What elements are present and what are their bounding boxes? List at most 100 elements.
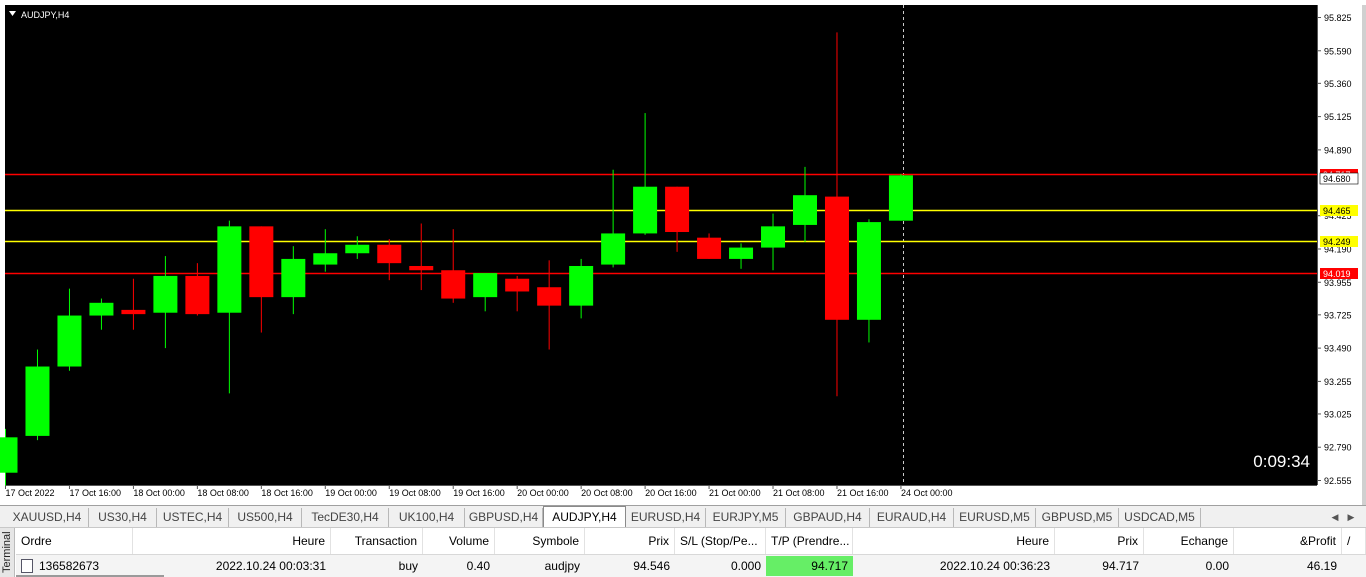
column-header[interactable]: Symbole xyxy=(495,528,585,554)
chart-scrollbar[interactable] xyxy=(1362,5,1366,505)
table-cell: 0.00 xyxy=(1205,559,1229,573)
candle-body xyxy=(473,273,498,298)
time-tick-label: 19 Oct 16:00 xyxy=(453,488,505,498)
table-cell: 46.19 xyxy=(1306,559,1337,573)
tab-usdcad-m5[interactable]: USDCAD,M5 xyxy=(1119,508,1201,527)
time-tick-label: 19 Oct 08:00 xyxy=(389,488,441,498)
tab-gbpusd-h4[interactable]: GBPUSD,H4 xyxy=(465,508,543,527)
tab-scroll-left-icon[interactable]: ◀ xyxy=(1328,508,1342,526)
column-header[interactable]: Prix xyxy=(585,528,675,554)
table-cell: 2022.10.24 00:36:23 xyxy=(939,559,1050,573)
table-cell: 0.40 xyxy=(466,559,490,573)
price-tick-label: 94.890 xyxy=(1324,145,1352,155)
candle-body xyxy=(633,186,658,234)
candle-body xyxy=(665,186,690,233)
column-header[interactable]: T/P (Prendre... xyxy=(766,528,853,554)
column-header[interactable]: Heure xyxy=(133,528,331,554)
price-tick-label: 92.555 xyxy=(1324,476,1352,486)
plot-area xyxy=(5,5,1317,485)
candle-body xyxy=(793,195,817,225)
time-tick-label: 21 Oct 08:00 xyxy=(773,488,825,498)
candle-body xyxy=(57,315,82,367)
candle-body xyxy=(345,244,370,254)
candle-body xyxy=(569,265,594,306)
time-tick-label: 21 Oct 00:00 xyxy=(709,488,761,498)
time-tick-label: 17 Oct 2022 xyxy=(6,488,55,498)
column-header[interactable]: Transaction xyxy=(331,528,423,554)
candle-body xyxy=(217,226,242,313)
price-tick-label: 92.790 xyxy=(1324,443,1352,453)
price-tick-label: 95.825 xyxy=(1324,13,1352,23)
terminal-side-strip[interactable]: Terminal xyxy=(0,528,15,577)
candle-body xyxy=(281,258,306,298)
tab-us30-h4[interactable]: US30,H4 xyxy=(89,508,157,527)
tab-eurusd-h4[interactable]: EURUSD,H4 xyxy=(626,508,706,527)
candle-body xyxy=(121,309,146,315)
tab-uk100-h4[interactable]: UK100,H4 xyxy=(389,508,465,527)
price-tick-label: 93.955 xyxy=(1324,278,1352,288)
column-header[interactable]: Echange xyxy=(1144,528,1234,554)
candle-body xyxy=(409,265,434,271)
candle[interactable] xyxy=(888,173,913,221)
price-tick-label: 95.590 xyxy=(1324,46,1352,56)
table-cell: 136582673 xyxy=(39,559,100,573)
price-tick-label: 93.255 xyxy=(1324,377,1352,387)
current-price-label: 94.680 xyxy=(1323,174,1351,184)
sort-indicator-icon[interactable]: / xyxy=(1342,528,1366,554)
table-cell: 94.717 xyxy=(1102,559,1139,573)
tab-gbpusd-m5[interactable]: GBPUSD,M5 xyxy=(1036,508,1119,527)
tab-euraud-h4[interactable]: EURAUD,H4 xyxy=(870,508,954,527)
candle-body xyxy=(185,275,210,315)
price-tick-label: 95.125 xyxy=(1324,112,1352,122)
column-header[interactable]: Ordre xyxy=(16,528,133,554)
candle-body xyxy=(697,237,722,259)
candle-body xyxy=(0,437,18,473)
candle-body xyxy=(601,233,626,265)
column-header[interactable]: S/L (Stop/Pe... xyxy=(675,528,766,554)
candle-body xyxy=(505,278,530,292)
price-tick-label: 93.490 xyxy=(1324,344,1352,354)
table-cell: 0.000 xyxy=(730,559,761,573)
time-tick-label: 21 Oct 16:00 xyxy=(837,488,889,498)
table-cell: 2022.10.24 00:03:31 xyxy=(215,559,326,573)
bar-countdown: 0:09:34 xyxy=(1253,452,1310,471)
price-tick-label: 95.360 xyxy=(1324,79,1352,89)
table-cell: buy xyxy=(398,559,418,573)
candle-body xyxy=(153,275,178,313)
chart-window[interactable]: 95.825 95.590 95.360 95.125 94.890 94.425 94.1… xyxy=(0,0,1366,505)
terminal-side-label: Terminal xyxy=(1,531,13,573)
tab-eurjpy-m5[interactable]: EURJPY,M5 xyxy=(706,508,786,527)
chart-canvas[interactable]: 95.82595.59095.36095.12594.89094.42594.1… xyxy=(0,0,1366,505)
candle-body xyxy=(313,253,338,265)
tab-scroll-right-icon[interactable]: ▶ xyxy=(1344,508,1358,526)
column-header[interactable]: Volume xyxy=(423,528,495,554)
candle-body xyxy=(761,226,786,248)
column-header[interactable]: &Profit xyxy=(1234,528,1342,554)
candle-body xyxy=(441,270,466,299)
candle-body xyxy=(89,302,114,316)
price-tick-label: 93.025 xyxy=(1324,409,1352,419)
tab-gbpaud-h4[interactable]: GBPAUD,H4 xyxy=(786,508,870,527)
tab-xauusd-h4[interactable]: XAUUSD,H4 xyxy=(6,508,89,527)
time-tick-label: 18 Oct 16:00 xyxy=(261,488,313,498)
time-tick-label: 17 Oct 16:00 xyxy=(69,488,121,498)
column-header[interactable]: Heure xyxy=(853,528,1055,554)
level-price-label: 94.019 xyxy=(1323,269,1351,279)
chart-title: AUDJPY,H4 xyxy=(21,10,69,20)
candle-body xyxy=(888,175,913,221)
time-tick-label: 20 Oct 16:00 xyxy=(645,488,697,498)
column-header[interactable]: Prix xyxy=(1055,528,1144,554)
time-tick-label: 18 Oct 00:00 xyxy=(133,488,185,498)
candle-body xyxy=(729,247,754,259)
tab-us500-h4[interactable]: US500,H4 xyxy=(229,508,302,527)
time-tick-label: 20 Oct 08:00 xyxy=(581,488,633,498)
candle-body xyxy=(25,366,50,436)
order-document-icon xyxy=(21,559,33,573)
tab-ustec-h4[interactable]: USTEC,H4 xyxy=(157,508,229,527)
tab-audjpy-h4[interactable]: AUDJPY,H4 xyxy=(543,506,626,528)
tab-tecde30-h4[interactable]: TecDE30,H4 xyxy=(302,508,389,527)
level-price-label: 94.465 xyxy=(1323,206,1351,216)
terminal-panel: Terminal Ordre Heure Transaction Volume Symb… xyxy=(0,527,1366,577)
table-cell: audjpy xyxy=(544,559,580,573)
tab-eurusd-m5[interactable]: EURUSD,M5 xyxy=(954,508,1036,527)
